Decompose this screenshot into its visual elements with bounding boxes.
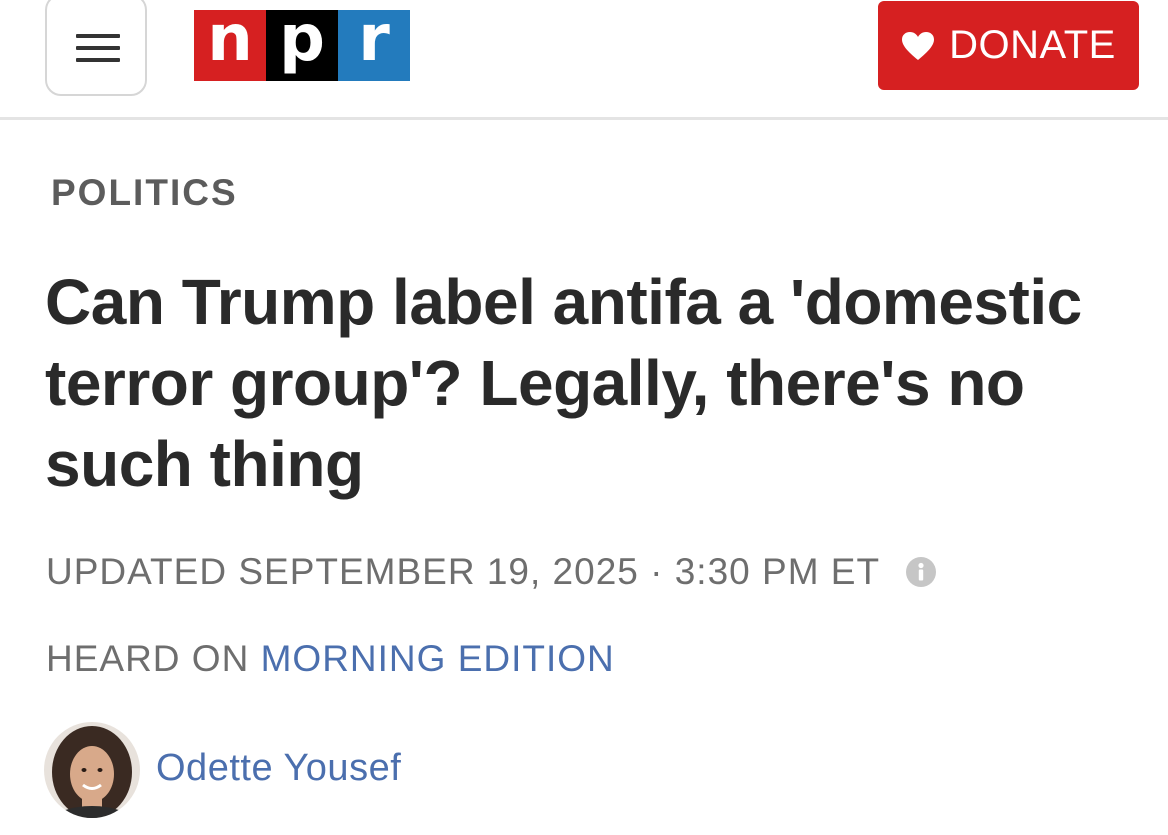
donate-label: DONATE <box>949 23 1116 67</box>
article-headline: Can Trump label antifa a 'domestic terro… <box>45 266 1082 500</box>
author-name-link[interactable]: Odette Yousef <box>156 747 401 790</box>
heart-icon <box>902 31 935 60</box>
logo-letter-r: r <box>338 7 410 81</box>
heard-on-line: HEARD ON MORNING EDITION <box>46 638 615 680</box>
article-category[interactable]: POLITICS <box>51 172 238 214</box>
logo-letter-p: p <box>266 7 338 81</box>
hamburger-menu-icon <box>76 34 120 62</box>
info-icon[interactable] <box>906 557 937 587</box>
author-avatar[interactable] <box>44 722 140 818</box>
logo-letter-n: n <box>194 7 266 81</box>
donate-button[interactable]: DONATE <box>878 1 1139 90</box>
program-link[interactable]: MORNING EDITION <box>261 638 615 679</box>
article-dateline: UPDATED SEPTEMBER 19, 2025 · 3:30 PM ET <box>46 551 937 593</box>
heard-on-prefix: HEARD ON <box>46 638 250 679</box>
updated-timestamp: UPDATED SEPTEMBER 19, 2025 · 3:30 PM ET <box>46 551 881 592</box>
site-header: n p r DONATE <box>0 0 1168 120</box>
menu-button[interactable] <box>45 0 147 96</box>
npr-logo[interactable]: n p r <box>194 7 410 81</box>
